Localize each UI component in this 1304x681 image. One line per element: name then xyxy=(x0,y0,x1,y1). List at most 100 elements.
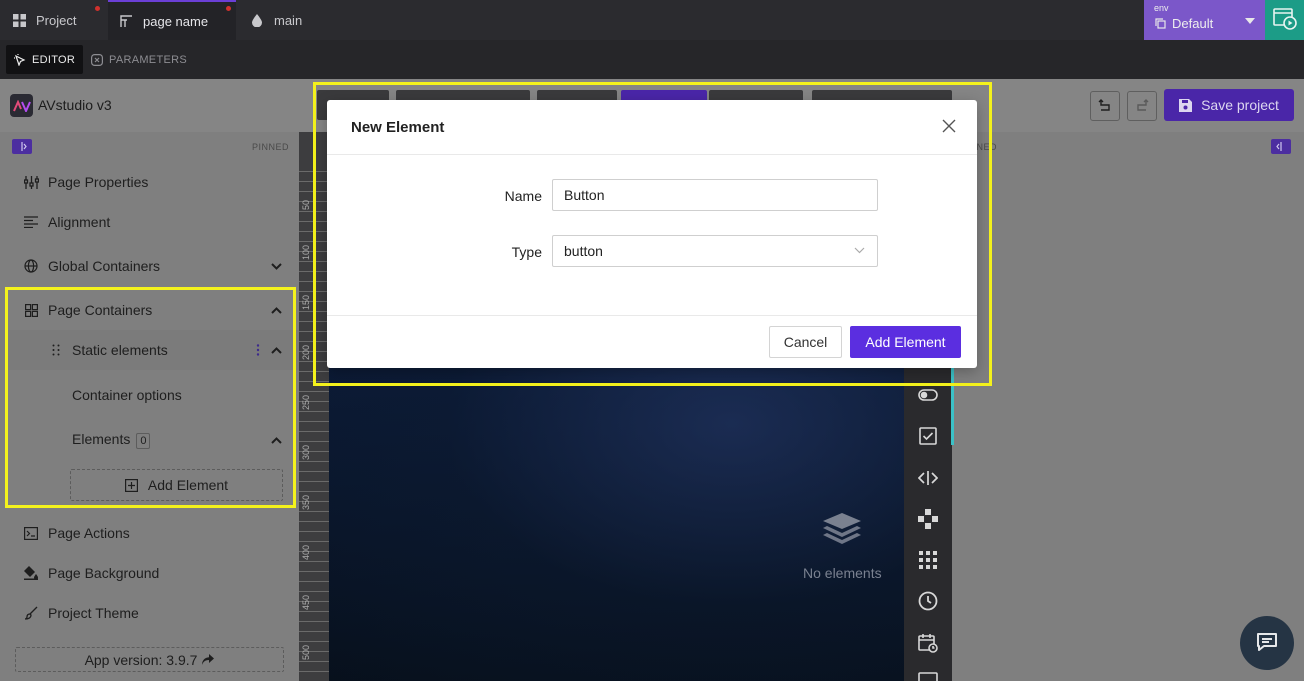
sidebar-item-page-background[interactable]: Page Background xyxy=(0,553,299,593)
unsaved-dot xyxy=(226,6,231,11)
gamepad-tool-button[interactable] xyxy=(916,508,940,532)
type-select-value: button xyxy=(564,243,603,259)
sidebar-item-global-containers[interactable]: Global Containers xyxy=(0,246,299,286)
calendar-clock-icon xyxy=(918,633,938,656)
sidebar-item-label: Page Actions xyxy=(48,525,130,541)
share-arrow-icon xyxy=(202,654,215,665)
tab-parameters-label: PARAMETERS xyxy=(109,53,187,66)
app-name: AVstudio v3 xyxy=(38,97,112,113)
type-select[interactable]: button xyxy=(552,235,878,267)
save-project-button[interactable]: Save project xyxy=(1164,89,1294,121)
dialog-divider xyxy=(327,315,977,316)
preview-button[interactable] xyxy=(1265,0,1304,40)
chevron-down-icon xyxy=(854,247,865,254)
env-value: Default xyxy=(1172,16,1214,31)
code-tool-button[interactable] xyxy=(916,467,940,491)
ruler-label: 100 xyxy=(301,244,311,260)
drop-icon xyxy=(250,13,264,27)
tab-main[interactable]: main xyxy=(237,0,337,40)
sidebar-item-label: Page Properties xyxy=(48,174,149,190)
tab-editor[interactable]: EDITOR xyxy=(6,45,84,74)
redo-button[interactable] xyxy=(1127,91,1157,121)
tab-page-name[interactable]: page name xyxy=(108,0,236,40)
undo-button[interactable] xyxy=(1090,91,1120,121)
canvas-gradient xyxy=(329,360,904,681)
right-panel xyxy=(954,132,1304,681)
tab-parameters[interactable]: PARAMETERS xyxy=(83,45,195,74)
redo-icon xyxy=(1135,98,1149,115)
ruler-label: 500 xyxy=(301,644,311,660)
close-circle-icon xyxy=(91,53,103,66)
keypad-tool-button[interactable] xyxy=(916,549,940,573)
chat-button[interactable] xyxy=(1240,616,1294,670)
terminal-icon xyxy=(23,525,39,541)
sidebar-item-label: Page Background xyxy=(48,565,160,581)
right-panel-toggle-button[interactable] xyxy=(1271,139,1291,154)
mode-bar: EDITOR PARAMETERS xyxy=(0,40,1304,79)
name-input[interactable] xyxy=(552,179,878,211)
sidebar-item-label: Global Containers xyxy=(48,258,161,274)
layers-icon xyxy=(822,512,862,550)
new-element-dialog: New Element Name Type button Cancel Add … xyxy=(327,100,977,368)
app-version-link[interactable]: App version: 3.9.7 xyxy=(15,647,284,672)
add-element-submit-button[interactable]: Add Element xyxy=(850,326,961,358)
ruler-label: 200 xyxy=(301,344,311,360)
checkbox-icon xyxy=(919,426,937,448)
ruler-label: 400 xyxy=(301,544,311,560)
sidebar-item-label: Project Theme xyxy=(48,605,139,621)
dialog-divider xyxy=(327,154,977,155)
sidebar-item-page-properties[interactable]: Page Properties xyxy=(0,162,299,202)
ruler-label: 450 xyxy=(301,594,311,610)
sidebar-item-alignment[interactable]: Alignment xyxy=(0,202,299,242)
save-project-label: Save project xyxy=(1201,97,1279,113)
chevron-down-icon[interactable] xyxy=(270,260,282,272)
gamepad-icon xyxy=(918,508,938,532)
pinned-label: PINNED xyxy=(251,142,289,152)
app-logo xyxy=(10,94,33,117)
tab-label: page name xyxy=(143,13,209,29)
ruler-label: 350 xyxy=(301,494,311,510)
brush-icon xyxy=(23,605,39,621)
dialog-title: New Element xyxy=(351,119,445,136)
tab-label: main xyxy=(274,12,303,28)
sidebar-item-project-theme[interactable]: Project Theme xyxy=(0,593,299,633)
close-icon xyxy=(942,119,956,136)
ruler-label: 300 xyxy=(301,444,311,460)
ruler-label: 50 xyxy=(301,199,311,210)
sidebar-item-label: Alignment xyxy=(48,214,111,230)
preview-play-icon xyxy=(1272,7,1297,33)
pinned-row: PINNED xyxy=(0,132,299,160)
save-icon xyxy=(1179,98,1193,112)
keypad-icon xyxy=(919,550,937,572)
cancel-button[interactable]: Cancel xyxy=(769,326,842,358)
clock-icon xyxy=(918,591,938,614)
undo-icon xyxy=(1098,98,1112,115)
clock-tool-button[interactable] xyxy=(916,590,940,614)
panel-icon xyxy=(918,670,938,681)
panel-toggle-button[interactable] xyxy=(12,139,32,154)
calendar-tool-button[interactable] xyxy=(916,632,940,656)
unsaved-dot xyxy=(95,6,100,11)
dialog-close-button[interactable] xyxy=(939,117,959,137)
ruler-label: 250 xyxy=(301,394,311,410)
toggle-icon xyxy=(918,388,938,404)
chat-icon xyxy=(1256,632,1278,655)
highlight-page-containers xyxy=(5,287,296,508)
env-value-wrap: Default xyxy=(1155,16,1213,31)
tab-label: Project xyxy=(36,12,77,28)
cursor-icon xyxy=(14,53,26,66)
toggle-tool-button[interactable] xyxy=(916,384,940,408)
sidebar-item-page-actions[interactable]: Page Actions xyxy=(0,513,299,553)
more-tool-button[interactable] xyxy=(916,670,940,681)
layout-icon xyxy=(119,14,133,28)
checkbox-tool-button[interactable] xyxy=(916,425,940,449)
align-icon xyxy=(23,214,39,230)
grid-icon xyxy=(12,13,26,27)
type-field-label: Type xyxy=(511,244,542,260)
tab-project[interactable]: Project xyxy=(0,0,107,40)
code-icon xyxy=(917,470,939,489)
environment-selector[interactable]: env Default xyxy=(1144,0,1265,40)
app-version-label: App version: 3.9.7 xyxy=(84,651,198,668)
no-elements-text: No elements xyxy=(803,565,882,581)
caret-down-icon xyxy=(1245,18,1255,24)
